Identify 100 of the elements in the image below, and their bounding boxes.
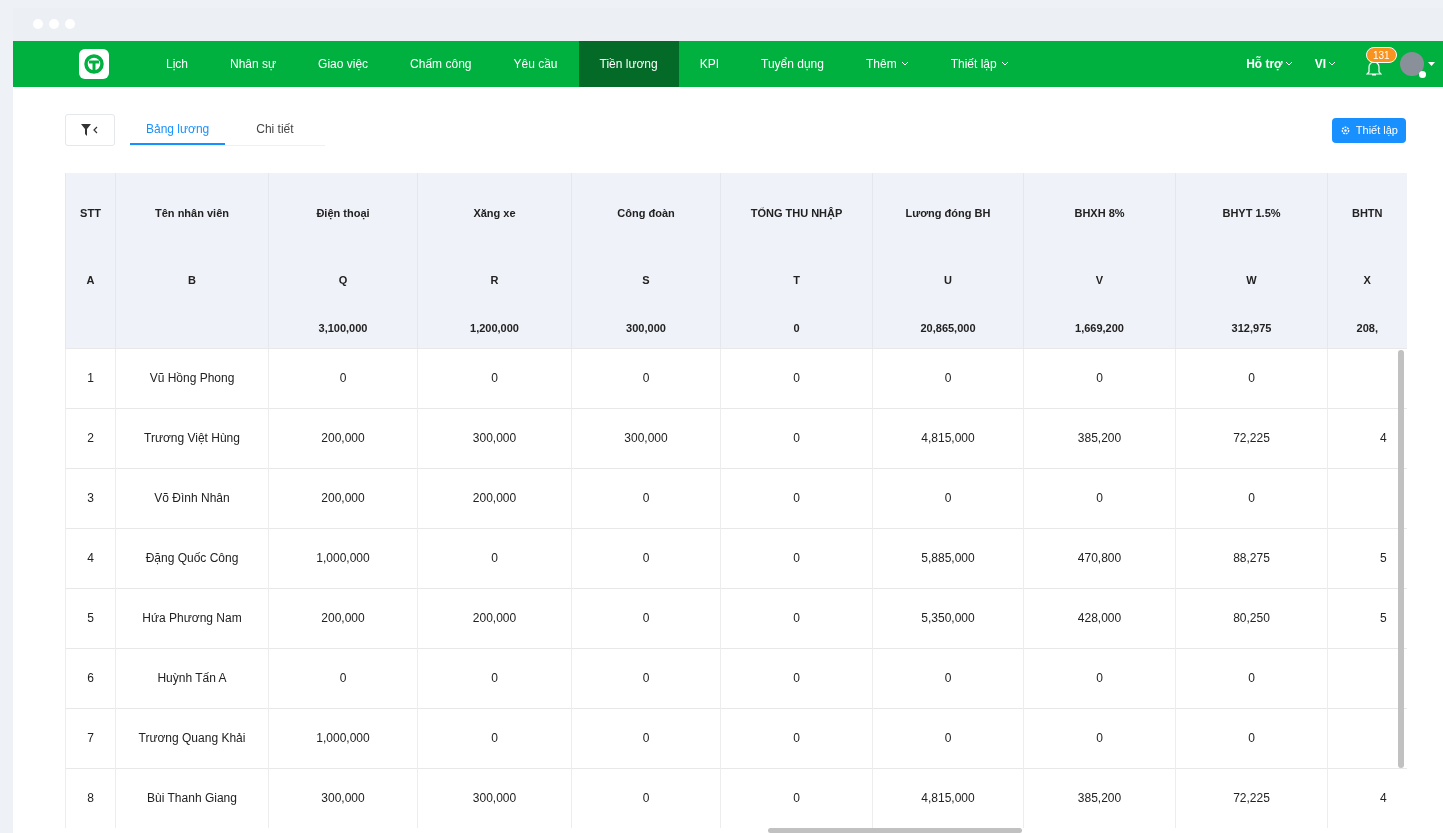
- table-cell: 0: [571, 528, 721, 588]
- caret-down-icon[interactable]: [1428, 61, 1435, 66]
- table-cell: 4: [1327, 768, 1407, 828]
- table-cell: 0: [268, 648, 418, 708]
- table-cell: 0: [1023, 348, 1176, 408]
- column-total: 1,669,200: [1023, 308, 1176, 348]
- nav-item[interactable]: Lịch: [145, 40, 209, 87]
- table-cell: 8: [65, 768, 116, 828]
- table-cell: 0: [417, 348, 572, 408]
- table-cell: 0: [1175, 468, 1328, 528]
- table-cell: 0: [872, 348, 1024, 408]
- column-total: 1,200,000: [417, 308, 572, 348]
- table-cell: 2: [65, 408, 116, 468]
- user-avatar[interactable]: [1400, 51, 1424, 76]
- nav-item[interactable]: Thêm: [844, 40, 930, 87]
- table-cell: Vũ Hồng Phong: [115, 348, 269, 408]
- table-cell: 7: [65, 708, 116, 768]
- table-cell: 0: [417, 708, 572, 768]
- chevron-down-icon: [1284, 61, 1293, 67]
- table-cell: 80,250: [1175, 588, 1328, 648]
- table-cell: 300,000: [417, 768, 572, 828]
- table-cell: 0: [571, 348, 721, 408]
- nav-item[interactable]: Giao việc: [297, 40, 390, 87]
- table-cell: 0: [1175, 348, 1328, 408]
- table-cell: 0: [571, 588, 721, 648]
- settings-button[interactable]: Thiết lập: [1331, 117, 1406, 143]
- table-cell: 385,200: [1023, 768, 1176, 828]
- table-cell: 0: [720, 588, 873, 648]
- tab[interactable]: Bảng lương: [130, 114, 226, 145]
- table-cell: 0: [720, 708, 873, 768]
- table-cell: 0: [720, 468, 873, 528]
- table-cell: 0: [872, 648, 1024, 708]
- chevron-down-icon: [1000, 61, 1009, 67]
- table-cell: 0: [720, 348, 873, 408]
- table-cell: 0: [571, 768, 721, 828]
- table-cell: 385,200: [1023, 408, 1176, 468]
- gear-icon: [1339, 124, 1351, 136]
- horizontal-scrollbar[interactable]: [768, 828, 1022, 833]
- nav-item[interactable]: Tiền lương: [578, 40, 679, 87]
- table-cell: Huỳnh Tấn A: [115, 648, 269, 708]
- nav-item[interactable]: Chấm công: [389, 40, 493, 87]
- vertical-scrollbar[interactable]: [1398, 350, 1404, 768]
- table-cell: 470,800: [1023, 528, 1176, 588]
- filter-toggle-button[interactable]: [65, 114, 115, 146]
- table-cell: 0: [720, 648, 873, 708]
- table-cell: 0: [417, 528, 572, 588]
- table-cell: Bùi Thanh Giang: [115, 768, 269, 828]
- column-total: 3,100,000: [268, 308, 418, 348]
- table-cell: 5,885,000: [872, 528, 1024, 588]
- table-cell: 88,275: [1175, 528, 1328, 588]
- table-cell: Đặng Quốc Công: [115, 528, 269, 588]
- table-cell: 0: [872, 468, 1024, 528]
- nav-item[interactable]: Tuyển dụng: [740, 40, 845, 87]
- table-cell: 300,000: [417, 408, 572, 468]
- table-cell: Trương Việt Hùng: [115, 408, 269, 468]
- table-cell: 428,000: [1023, 588, 1176, 648]
- table-cell: 0: [417, 648, 572, 708]
- nav-item[interactable]: Thiết lập: [929, 40, 1030, 87]
- table-cell: 4: [65, 528, 116, 588]
- table-cell: 0: [268, 348, 418, 408]
- table-cell: 72,225: [1175, 408, 1328, 468]
- app-logo-icon[interactable]: [79, 48, 109, 79]
- table-cell: 0: [872, 708, 1024, 768]
- table-cell: Trương Quang Khải: [115, 708, 269, 768]
- table-cell: 3: [65, 468, 116, 528]
- table-cell: 1,000,000: [268, 708, 418, 768]
- table-cell: 5,350,000: [872, 588, 1024, 648]
- notification-count: 131: [1366, 46, 1397, 63]
- table-cell: 0: [571, 708, 721, 768]
- table-cell: 1,000,000: [268, 528, 418, 588]
- column-total: 0: [720, 308, 873, 348]
- table-cell: 300,000: [268, 768, 418, 828]
- column-total: 208,: [1327, 308, 1407, 348]
- table-cell: 300,000: [571, 408, 721, 468]
- table-cell: 0: [720, 528, 873, 588]
- table-cell: 1: [65, 348, 116, 408]
- table-cell: 0: [1023, 468, 1176, 528]
- chevron-down-icon: [900, 61, 909, 67]
- column-total: 20,865,000: [872, 308, 1024, 348]
- table-cell: 0: [1023, 648, 1176, 708]
- table-cell: 72,225: [1175, 768, 1328, 828]
- table-cell: Hứa Phương Nam: [115, 588, 269, 648]
- table-cell: Võ Đình Nhân: [115, 468, 269, 528]
- table-cell: 200,000: [268, 408, 418, 468]
- table-cell: 0: [720, 408, 873, 468]
- table-cell: 4,815,000: [872, 408, 1024, 468]
- nav-item[interactable]: Yêu cầu: [492, 40, 579, 87]
- column-total: 312,975: [1175, 308, 1328, 348]
- table-cell: 200,000: [417, 588, 572, 648]
- nav-item[interactable]: Nhân sự: [209, 40, 298, 87]
- tab[interactable]: Chi tiết: [240, 114, 310, 145]
- table-cell: 0: [571, 468, 721, 528]
- chevron-down-icon: [1328, 61, 1336, 67]
- table-cell: 5: [65, 588, 116, 648]
- nav-menu-button[interactable]: VI: [1314, 54, 1336, 73]
- table-cell: 200,000: [268, 588, 418, 648]
- table-cell: 200,000: [268, 468, 418, 528]
- nav-item[interactable]: KPI: [678, 40, 741, 87]
- nav-menu-button[interactable]: Hỗ trợ: [1246, 54, 1293, 73]
- table-cell: 0: [1175, 648, 1328, 708]
